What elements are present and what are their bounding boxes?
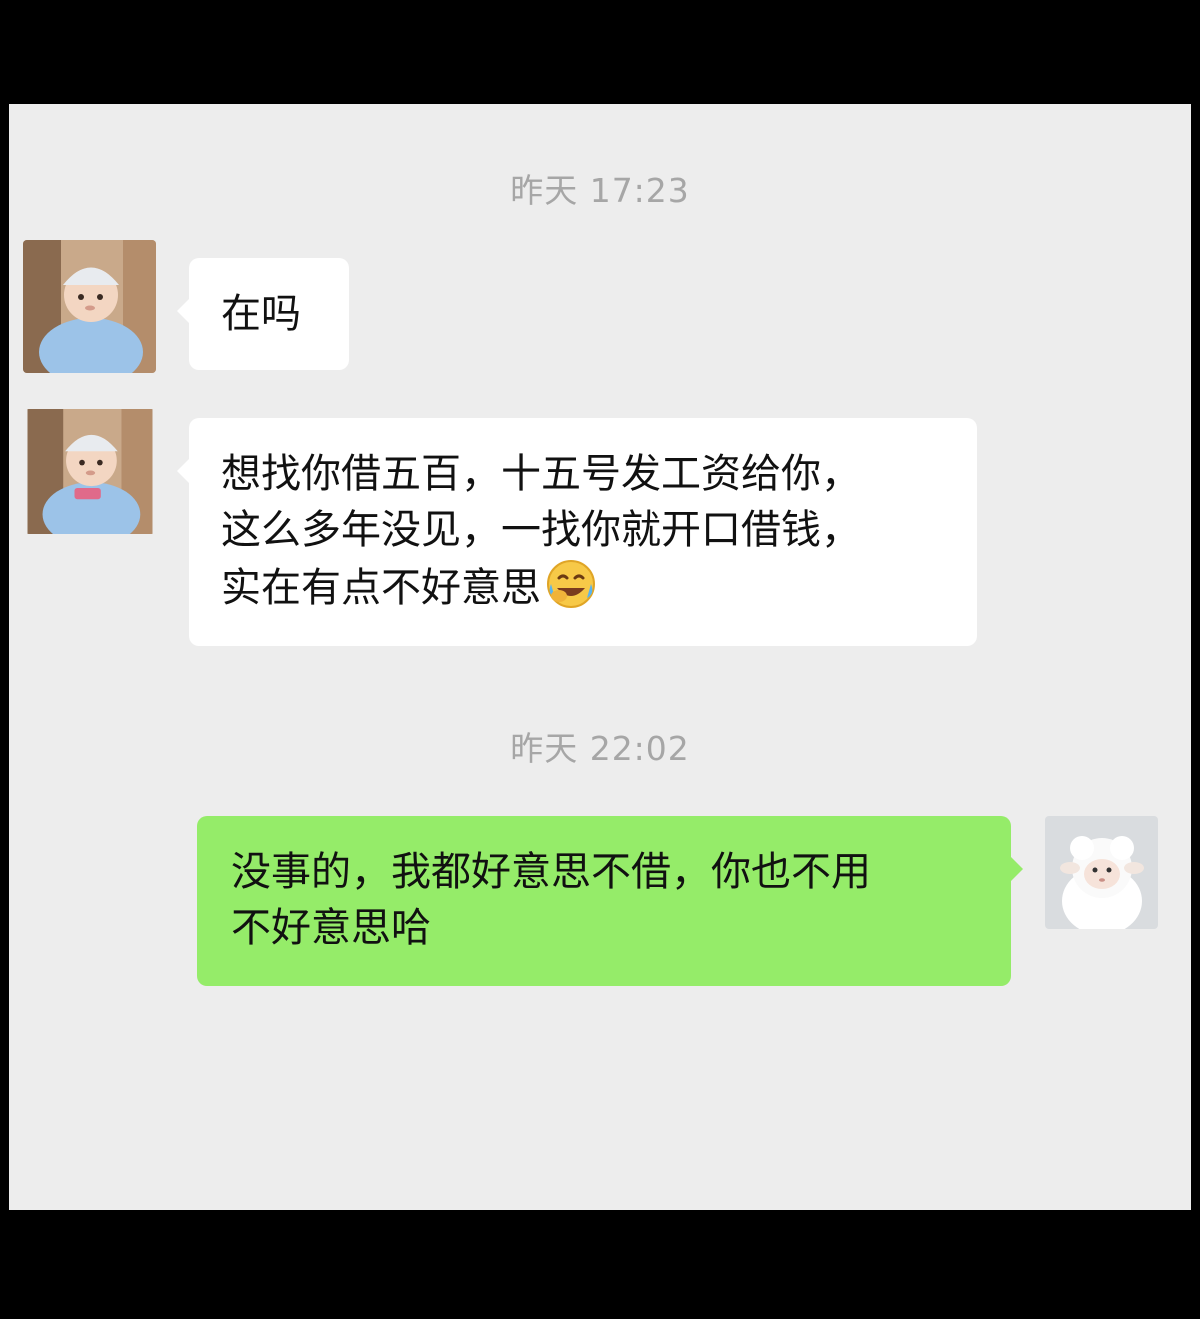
- timestamp: 昨天 17:23: [510, 171, 690, 210]
- message-bubble-outgoing[interactable]: 没事的，我都好意思不借，你也不用 不好意思哈: [197, 816, 1023, 986]
- message-text-line: 想找你借五百，十五号发工资给你，: [221, 451, 861, 497]
- message-text-line: 这么多年没见，一找你就开口借钱，: [221, 507, 861, 553]
- my-avatar[interactable]: [1045, 816, 1158, 929]
- message-text-line: 不好意思哈: [231, 905, 431, 951]
- contact-avatar[interactable]: [25, 409, 155, 534]
- message-bubble-incoming[interactable]: 在吗: [177, 258, 349, 370]
- message-text-line: 实在有点不好意思: [221, 558, 977, 616]
- message-text-segment: 实在有点不好意思: [221, 565, 541, 611]
- message-text-line: 没事的，我都好意思不借，你也不用: [231, 849, 871, 895]
- contact-avatar[interactable]: [23, 240, 156, 373]
- message-text: 在吗: [221, 291, 301, 337]
- baby-avatar-icon: [27, 409, 153, 534]
- timestamp: 昨天 22:02: [510, 729, 690, 768]
- message-bubble-incoming[interactable]: 想找你借五百，十五号发工资给你， 这么多年没见，一找你就开口借钱， 实在有点不好…: [177, 418, 977, 646]
- baby-avatar-icon: [23, 240, 156, 373]
- laughing-crying-emoji-icon: [547, 560, 595, 608]
- chat-window: 昨天 17:23 在吗 想找你借五百，十五号发工资给你， 这么多年没见，一找你就…: [9, 104, 1191, 1210]
- sheep-avatar-icon: [1045, 816, 1158, 929]
